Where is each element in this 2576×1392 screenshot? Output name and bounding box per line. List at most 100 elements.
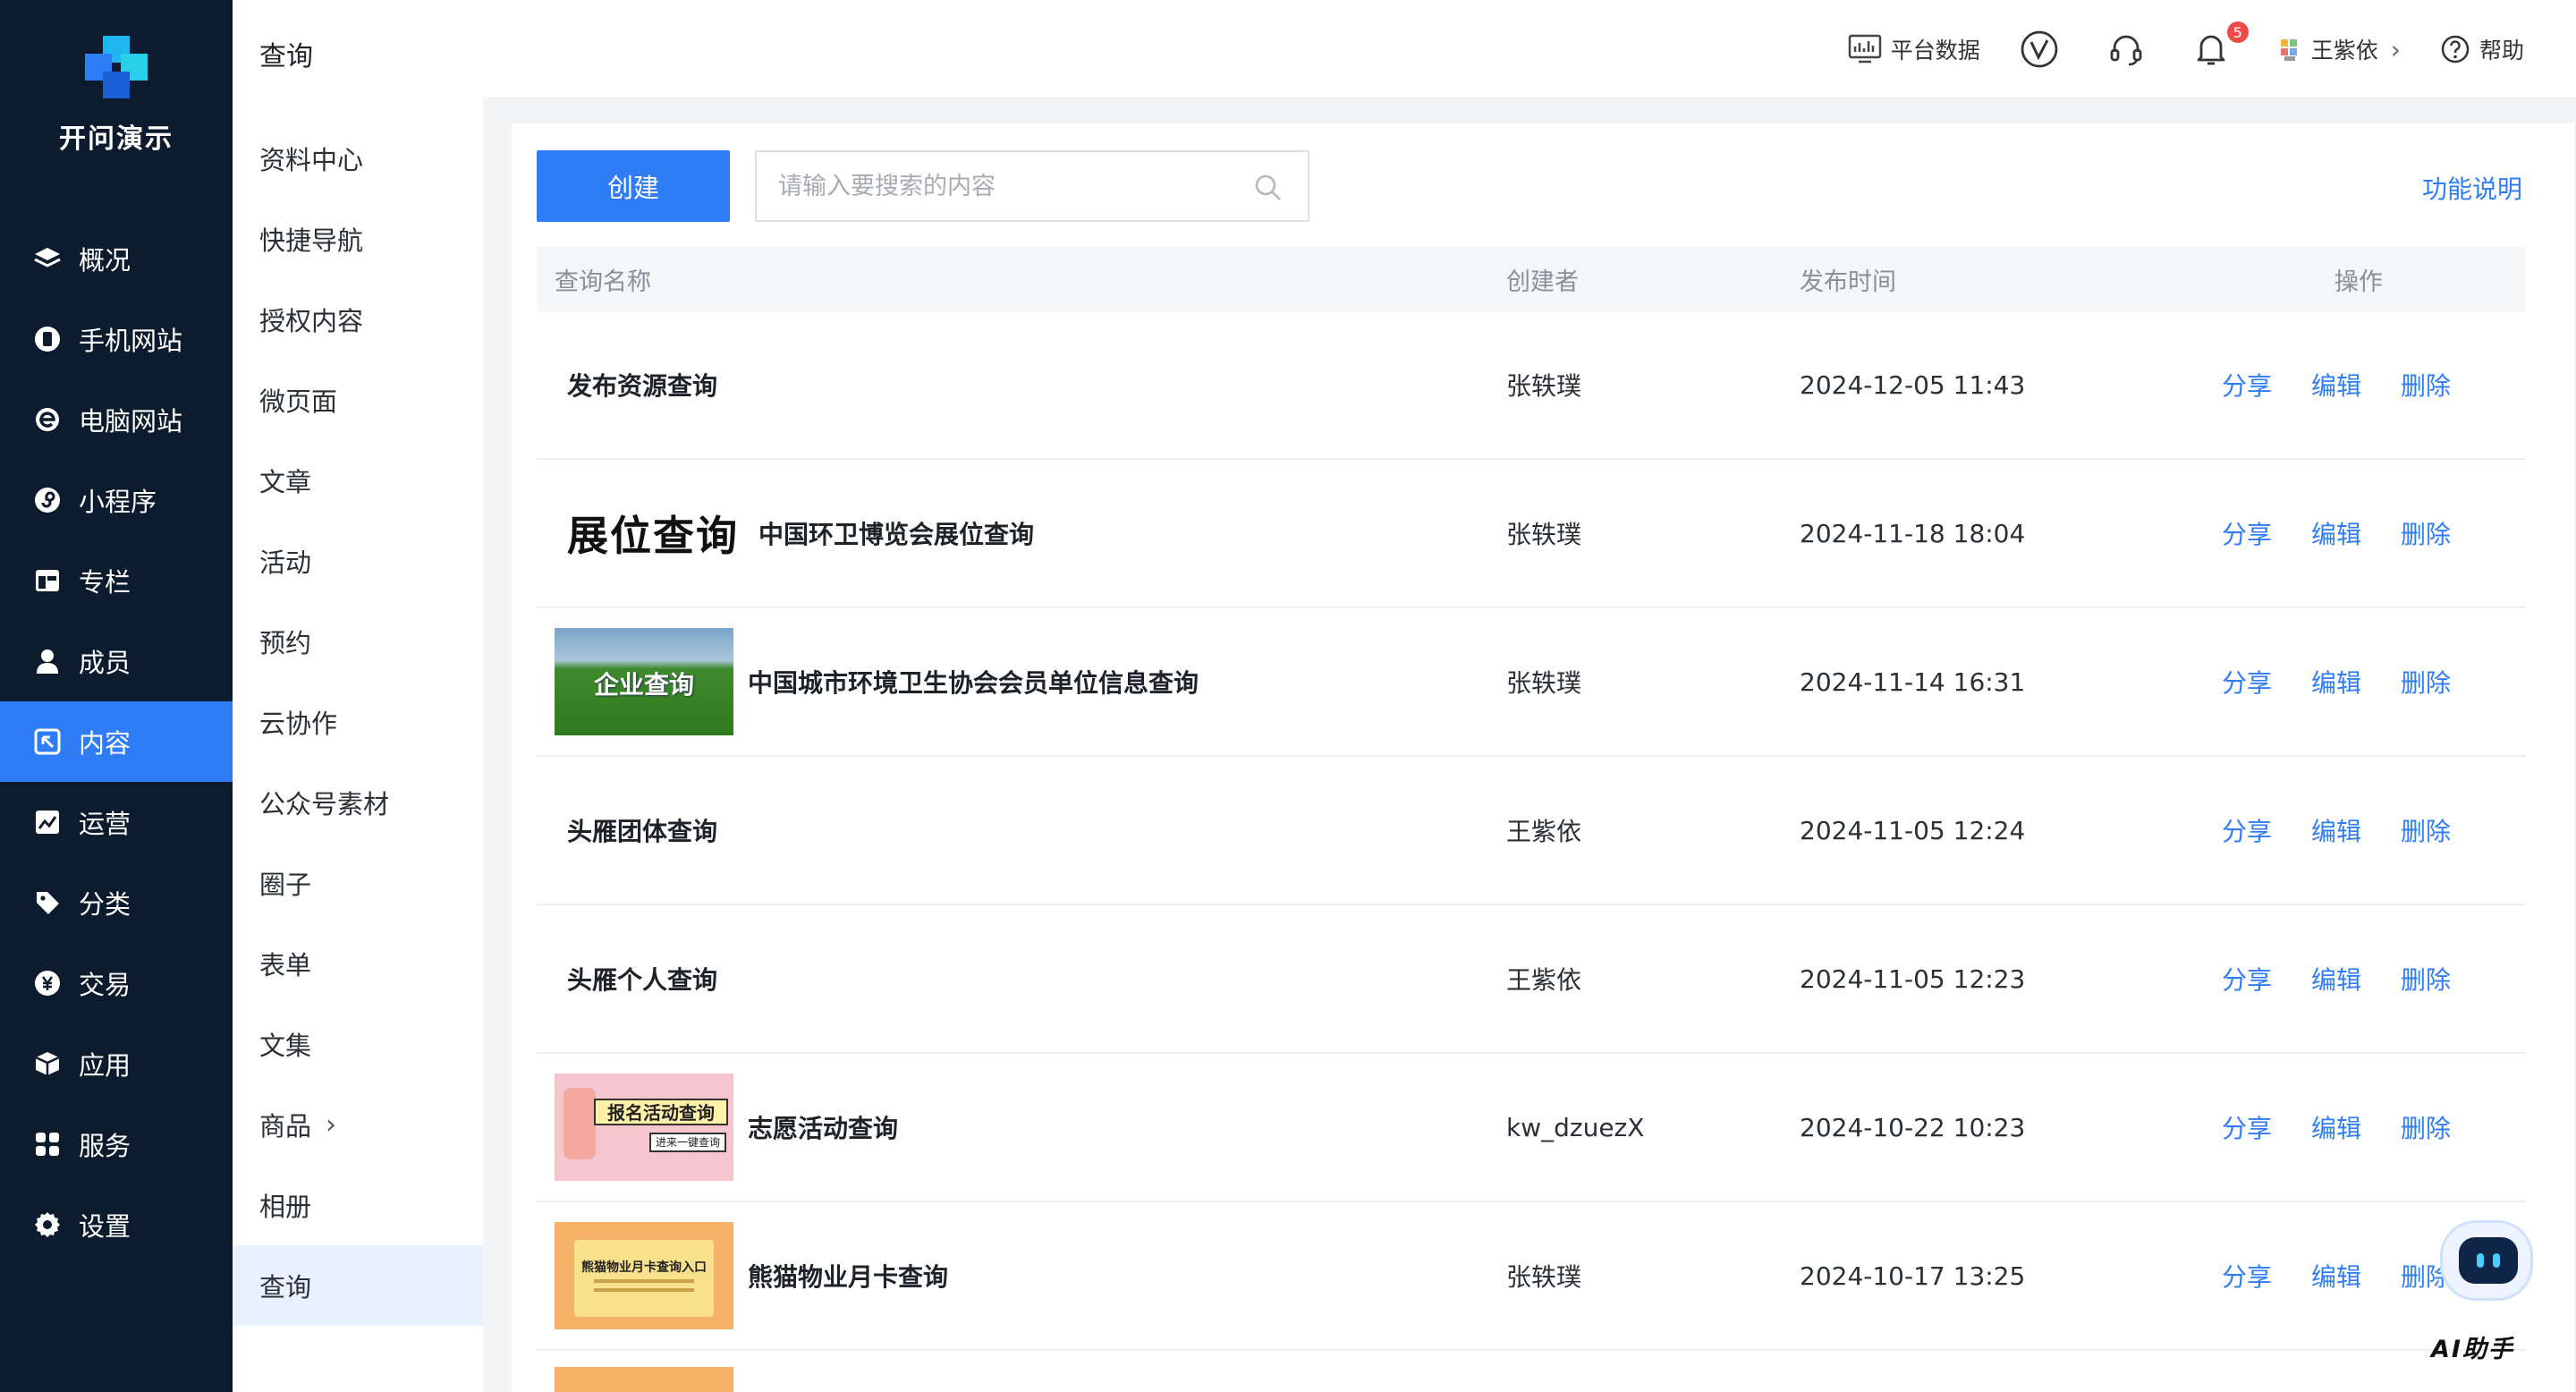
query-name[interactable]: 发布资源查询 <box>567 367 717 403</box>
sub-nav-item-label: 快捷导航 <box>259 225 364 256</box>
search-icon[interactable] <box>1254 174 1283 202</box>
nav-item-tag[interactable]: 分类 <box>0 862 233 943</box>
nav-item-content[interactable]: 内容 <box>0 701 233 782</box>
sub-nav-item[interactable]: 圈子 <box>233 843 483 923</box>
edit-button[interactable]: 编辑 <box>2311 961 2361 997</box>
sub-nav-item-label: 文章 <box>259 467 312 497</box>
sub-nav-item[interactable]: 查询 <box>233 1245 483 1326</box>
header-creator: 创建者 <box>1506 267 1579 296</box>
brand-logo[interactable]: 开问演示 <box>0 36 233 156</box>
nav-item-label: 应用 <box>79 1050 131 1081</box>
share-button[interactable]: 分享 <box>2222 1258 2272 1294</box>
feature-help-link[interactable]: 功能说明 <box>2422 170 2522 206</box>
nav-item-operations-chart[interactable]: 运营 <box>0 782 233 862</box>
nav-item-member[interactable]: 成员 <box>0 621 233 701</box>
creator-cell: 张轶璞 <box>1506 520 1582 549</box>
nav-item-column[interactable]: 专栏 <box>0 540 233 621</box>
table-row[interactable]: 头雁团体查询 王紫依 2024-11-05 12:24 分享 编辑 删除 <box>537 757 2526 905</box>
publish-time-cell: 2024-10-17 13:25 <box>1800 1260 2026 1291</box>
query-name[interactable]: 头雁团体查询 <box>567 812 717 848</box>
layers-icon <box>32 243 63 274</box>
share-button[interactable]: 分享 <box>2222 515 2272 551</box>
edit-button[interactable]: 编辑 <box>2311 664 2361 700</box>
table-row[interactable]: 头雁个人查询 王紫依 2024-11-05 12:23 分享 编辑 删除 <box>537 905 2526 1054</box>
sub-nav-item[interactable]: 商品 › <box>233 1084 483 1165</box>
query-name[interactable]: 中国环卫博览会展位查询 <box>758 515 1034 551</box>
platform-data-link[interactable]: 平台数据 <box>1848 33 1980 65</box>
nav-item-grid[interactable]: 服务 <box>0 1104 233 1184</box>
nav-item-yuan[interactable]: 交易 <box>0 943 233 1023</box>
nav-item-label: 交易 <box>79 970 131 1000</box>
share-button[interactable]: 分享 <box>2222 961 2272 997</box>
share-button[interactable]: 分享 <box>2222 664 2272 700</box>
delete-button[interactable]: 删除 <box>2401 812 2451 848</box>
creator-cell: 张轶璞 <box>1506 1262 1582 1292</box>
sub-nav-item[interactable]: 相册 <box>233 1165 483 1245</box>
delete-button[interactable]: 删除 <box>2401 367 2451 403</box>
query-name-cell: 头雁团体查询 <box>555 757 717 904</box>
nav-item-browser-e[interactable]: 电脑网站 <box>0 379 233 460</box>
thumbnail-text: 企业查询 <box>593 670 694 700</box>
monitor-chart-icon <box>1848 34 1881 64</box>
edit-button[interactable]: 编辑 <box>2311 812 2361 848</box>
table-row[interactable]: 报名活动查询 进来一键查询 志愿活动查询 kw_dzuezX 2024-10-22 1… <box>537 1054 2526 1202</box>
sub-nav-item[interactable]: 微页面 <box>233 360 483 440</box>
table-row[interactable]: 发布资源查询 张轶璞 2024-12-05 11:43 分享 编辑 删除 <box>537 311 2526 460</box>
delete-button[interactable]: 删除 <box>2401 664 2451 700</box>
sub-nav-item[interactable]: 预约 <box>233 601 483 682</box>
sub-nav-item[interactable]: 授权内容 <box>233 279 483 360</box>
sub-nav-item[interactable]: 快捷导航 <box>233 199 483 279</box>
sub-nav-item[interactable]: 表单 <box>233 923 483 1004</box>
help-button[interactable]: 帮助 <box>2440 33 2524 65</box>
edit-button[interactable]: 编辑 <box>2311 1109 2361 1145</box>
query-name-cell: 发布资源查询 <box>555 311 717 458</box>
share-button[interactable]: 分享 <box>2222 1109 2272 1145</box>
header-time: 发布时间 <box>1800 267 1896 296</box>
table-row[interactable]: 企业查询 中国城市环境卫生协会会员单位信息查询 张轶璞 2024-11-14 16:3… <box>537 608 2526 757</box>
query-name-cell: 展位查询 中国环卫博览会展位查询 <box>555 460 1034 607</box>
delete-button[interactable]: 删除 <box>2401 1109 2451 1145</box>
search-input[interactable] <box>778 152 1243 220</box>
notifications-button[interactable]: 5 <box>2193 21 2249 68</box>
sub-nav-item[interactable]: 公众号素材 <box>233 762 483 843</box>
ai-helper-button[interactable]: AI助手 <box>2422 1202 2547 1363</box>
user-menu[interactable]: 王紫依 › <box>2277 33 2401 65</box>
nav-item-gear[interactable]: 设置 <box>0 1184 233 1265</box>
create-button[interactable]: 创建 <box>537 150 730 222</box>
nav-item-mobile-site[interactable]: 手机网站 <box>0 299 233 379</box>
brand-mark-icon <box>85 36 148 98</box>
query-thumbnail: 企业查询 <box>555 628 733 735</box>
nav-item-layers[interactable]: 概况 <box>0 218 233 299</box>
edit-button[interactable]: 编辑 <box>2311 367 2361 403</box>
sub-nav-item-label: 商品 <box>259 1111 312 1142</box>
nav-item-mini-program[interactable]: 小程序 <box>0 460 233 540</box>
vip-button[interactable] <box>2020 30 2068 69</box>
query-name[interactable]: 头雁个人查询 <box>567 961 717 997</box>
table-row[interactable]: 熊猫物业月卡查询入口 熊猫物业月卡查询 张轶璞 2024-10-17 13:25 分享… <box>537 1202 2526 1351</box>
sub-nav-item[interactable]: 文章 <box>233 440 483 521</box>
query-name[interactable]: 熊猫物业月卡查询 <box>748 1258 948 1294</box>
publish-time-cell: 2024-11-18 18:04 <box>1800 518 2026 548</box>
nav-item-label: 设置 <box>79 1211 131 1242</box>
share-button[interactable]: 分享 <box>2222 812 2272 848</box>
sub-nav-item[interactable]: 云协作 <box>233 682 483 762</box>
customer-service-button[interactable] <box>2107 30 2154 68</box>
sub-nav-item-label: 公众号素材 <box>259 789 390 819</box>
share-button[interactable]: 分享 <box>2222 367 2272 403</box>
nav-item-cube[interactable]: 应用 <box>0 1023 233 1104</box>
delete-button[interactable]: 删除 <box>2401 961 2451 997</box>
sub-nav-item[interactable]: 活动 <box>233 521 483 601</box>
edit-button[interactable]: 编辑 <box>2311 515 2361 551</box>
sub-nav-item[interactable]: 文集 <box>233 1004 483 1084</box>
chevron-right-icon: › <box>2390 34 2401 64</box>
query-name[interactable]: 中国城市环境卫生协会会员单位信息查询 <box>748 664 1199 700</box>
sub-nav-item-label: 授权内容 <box>259 306 364 336</box>
sub-nav-item[interactable]: 资料中心 <box>233 118 483 199</box>
page-title: 查询 <box>259 41 313 72</box>
table-row[interactable]: 展位查询 中国环卫博览会展位查询 张轶璞 2024-11-18 18:04 分享 编辑 删除 <box>537 460 2526 608</box>
sub-nav-item-label: 文集 <box>259 1031 312 1061</box>
query-name[interactable]: 志愿活动查询 <box>748 1109 898 1145</box>
column-icon <box>32 565 63 596</box>
delete-button[interactable]: 删除 <box>2401 515 2451 551</box>
edit-button[interactable]: 编辑 <box>2311 1258 2361 1294</box>
